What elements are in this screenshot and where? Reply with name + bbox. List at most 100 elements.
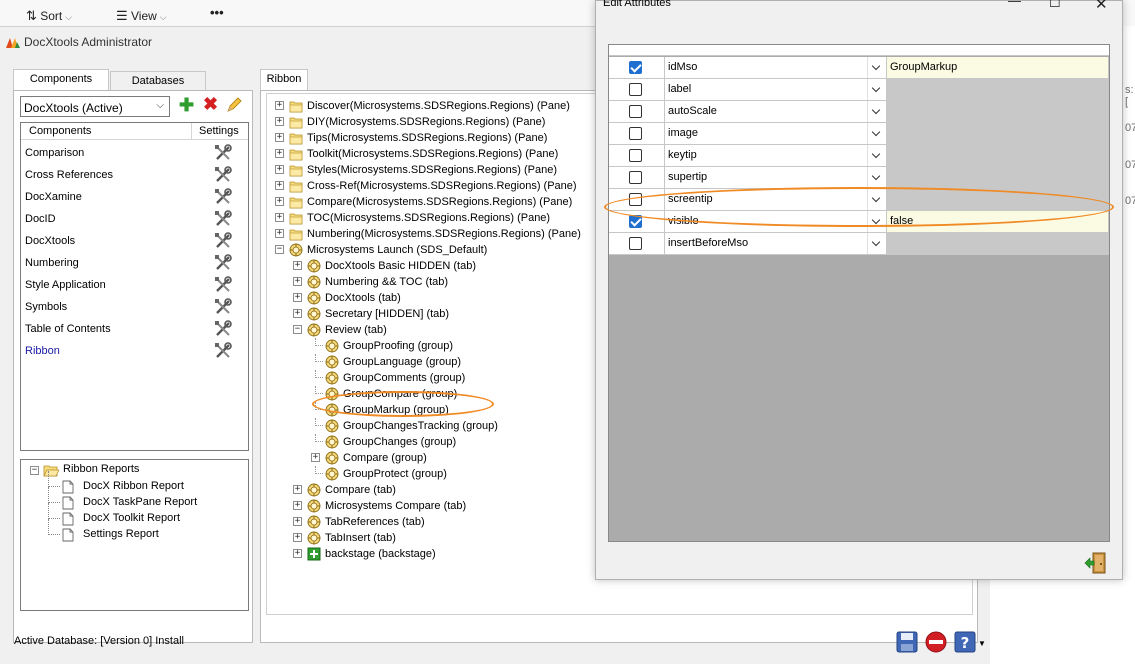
tab-components[interactable]: Components bbox=[13, 69, 109, 91]
settings-tools-icon[interactable] bbox=[214, 342, 232, 360]
include-checkbox[interactable] bbox=[629, 237, 642, 250]
folder-icon bbox=[289, 149, 303, 161]
include-checkbox[interactable] bbox=[629, 215, 642, 228]
collapse-toggle[interactable]: − bbox=[30, 466, 39, 475]
attribute-select[interactable]: supertip bbox=[665, 167, 885, 188]
settings-tools-icon[interactable] bbox=[214, 166, 232, 184]
attribute-name: autoScale bbox=[668, 105, 717, 117]
component-item[interactable]: Ribbon bbox=[25, 341, 245, 361]
attribute-select[interactable]: idMso bbox=[665, 57, 885, 78]
help-icon[interactable]: ? bbox=[954, 631, 976, 653]
expand-toggle[interactable]: + bbox=[275, 165, 284, 174]
tab-ribbon[interactable]: Ribbon bbox=[260, 69, 308, 91]
component-item[interactable]: Cross References bbox=[25, 165, 245, 185]
component-item[interactable]: Table of Contents bbox=[25, 319, 245, 339]
settings-tools-icon[interactable] bbox=[214, 232, 232, 250]
view-button[interactable]: ☰ View ⌵ bbox=[116, 8, 167, 24]
expand-toggle[interactable]: + bbox=[293, 517, 302, 526]
settings-tools-icon[interactable] bbox=[214, 144, 232, 162]
attribute-value bbox=[887, 233, 1109, 254]
component-item[interactable]: DocXtools bbox=[25, 231, 245, 251]
settings-tools-icon[interactable] bbox=[214, 188, 232, 206]
attribute-value bbox=[887, 101, 1109, 122]
attribute-select[interactable]: insertBeforeMso bbox=[665, 233, 885, 254]
attribute-select[interactable]: image bbox=[665, 123, 885, 144]
delete-icon[interactable]: ✖ bbox=[203, 95, 218, 113]
expand-toggle[interactable]: + bbox=[275, 133, 284, 142]
maximize-button[interactable]: ☐ bbox=[1049, 0, 1061, 11]
add-icon[interactable]: ✚ bbox=[179, 96, 194, 114]
chevron-down-icon[interactable] bbox=[867, 211, 885, 232]
component-item[interactable]: DocID bbox=[25, 209, 245, 229]
expand-toggle[interactable]: + bbox=[275, 117, 284, 126]
settings-tools-icon[interactable] bbox=[214, 210, 232, 228]
exit-door-icon[interactable] bbox=[1084, 552, 1106, 574]
include-checkbox[interactable] bbox=[629, 149, 642, 162]
view-icon: ☰ bbox=[116, 8, 128, 23]
collapse-toggle[interactable]: − bbox=[293, 325, 302, 334]
tree-node-label: GroupLanguage (group) bbox=[343, 356, 462, 368]
chevron-down-icon[interactable] bbox=[867, 123, 885, 144]
component-item[interactable]: Style Application bbox=[25, 275, 245, 295]
attribute-select[interactable]: visible bbox=[665, 211, 885, 232]
settings-tools-icon[interactable] bbox=[214, 320, 232, 338]
expand-toggle[interactable]: + bbox=[293, 501, 302, 510]
expand-toggle[interactable]: + bbox=[293, 309, 302, 318]
component-item[interactable]: Symbols bbox=[25, 297, 245, 317]
expand-toggle[interactable]: + bbox=[293, 549, 302, 558]
tab-databases[interactable]: Databases bbox=[110, 71, 206, 91]
tree-node-label: Review (tab) bbox=[325, 324, 387, 336]
save-icon[interactable] bbox=[896, 631, 918, 653]
settings-tools-icon[interactable] bbox=[214, 298, 232, 316]
chevron-down-icon[interactable] bbox=[867, 167, 885, 188]
expand-toggle[interactable]: + bbox=[275, 229, 284, 238]
help-dropdown-icon[interactable]: ▼ bbox=[978, 639, 986, 648]
component-item[interactable]: Numbering bbox=[25, 253, 245, 273]
settings-tools-icon[interactable] bbox=[214, 254, 232, 272]
include-checkbox[interactable] bbox=[629, 171, 642, 184]
cancel-icon[interactable] bbox=[925, 631, 947, 653]
expand-toggle[interactable]: + bbox=[293, 485, 302, 494]
minimize-button[interactable]: — bbox=[1008, 0, 1021, 8]
component-item[interactable]: Comparison bbox=[25, 143, 245, 163]
close-button[interactable]: ✕ bbox=[1095, 0, 1108, 13]
component-item[interactable]: DocXamine bbox=[25, 187, 245, 207]
chevron-down-icon[interactable] bbox=[867, 101, 885, 122]
expand-toggle[interactable]: + bbox=[293, 277, 302, 286]
expand-toggle[interactable]: + bbox=[275, 149, 284, 158]
include-checkbox[interactable] bbox=[629, 105, 642, 118]
chevron-down-icon: ⌵ bbox=[65, 12, 73, 22]
expand-toggle[interactable]: + bbox=[275, 181, 284, 190]
attribute-row: supertip bbox=[609, 167, 1109, 189]
report-item[interactable]: Settings Report bbox=[21, 519, 248, 543]
expand-toggle[interactable]: + bbox=[293, 261, 302, 270]
chevron-down-icon[interactable] bbox=[867, 79, 885, 100]
value-cell[interactable]: GroupMarkup bbox=[887, 57, 1109, 79]
expand-toggle[interactable]: + bbox=[293, 533, 302, 542]
edit-pencil-icon[interactable] bbox=[225, 96, 243, 114]
include-checkbox[interactable] bbox=[629, 193, 642, 206]
expand-toggle[interactable]: + bbox=[275, 197, 284, 206]
component-set-select[interactable]: DocXtools (Active) ⌵ bbox=[20, 96, 170, 117]
sort-button[interactable]: ⇅ Sort ⌵ bbox=[26, 8, 72, 24]
attribute-select[interactable]: label bbox=[665, 79, 885, 100]
chevron-down-icon[interactable] bbox=[867, 57, 885, 78]
include-checkbox[interactable] bbox=[629, 127, 642, 140]
expand-toggle[interactable]: + bbox=[293, 293, 302, 302]
chevron-down-icon[interactable] bbox=[867, 233, 885, 254]
expand-toggle[interactable]: + bbox=[275, 213, 284, 222]
expand-toggle[interactable]: + bbox=[275, 101, 284, 110]
settings-tools-icon[interactable] bbox=[214, 276, 232, 294]
collapse-toggle[interactable]: − bbox=[275, 245, 284, 254]
chevron-down-icon[interactable] bbox=[867, 189, 885, 210]
ribbon-node-icon bbox=[307, 291, 321, 305]
attribute-select[interactable]: keytip bbox=[665, 145, 885, 166]
attribute-select[interactable]: autoScale bbox=[665, 101, 885, 122]
expand-toggle[interactable]: + bbox=[311, 453, 320, 462]
value-cell[interactable]: false bbox=[887, 211, 1109, 233]
attribute-select[interactable]: screentip bbox=[665, 189, 885, 210]
include-checkbox[interactable] bbox=[629, 61, 642, 74]
include-checkbox[interactable] bbox=[629, 83, 642, 96]
chevron-down-icon[interactable] bbox=[867, 145, 885, 166]
more-button[interactable]: ••• bbox=[210, 5, 224, 20]
